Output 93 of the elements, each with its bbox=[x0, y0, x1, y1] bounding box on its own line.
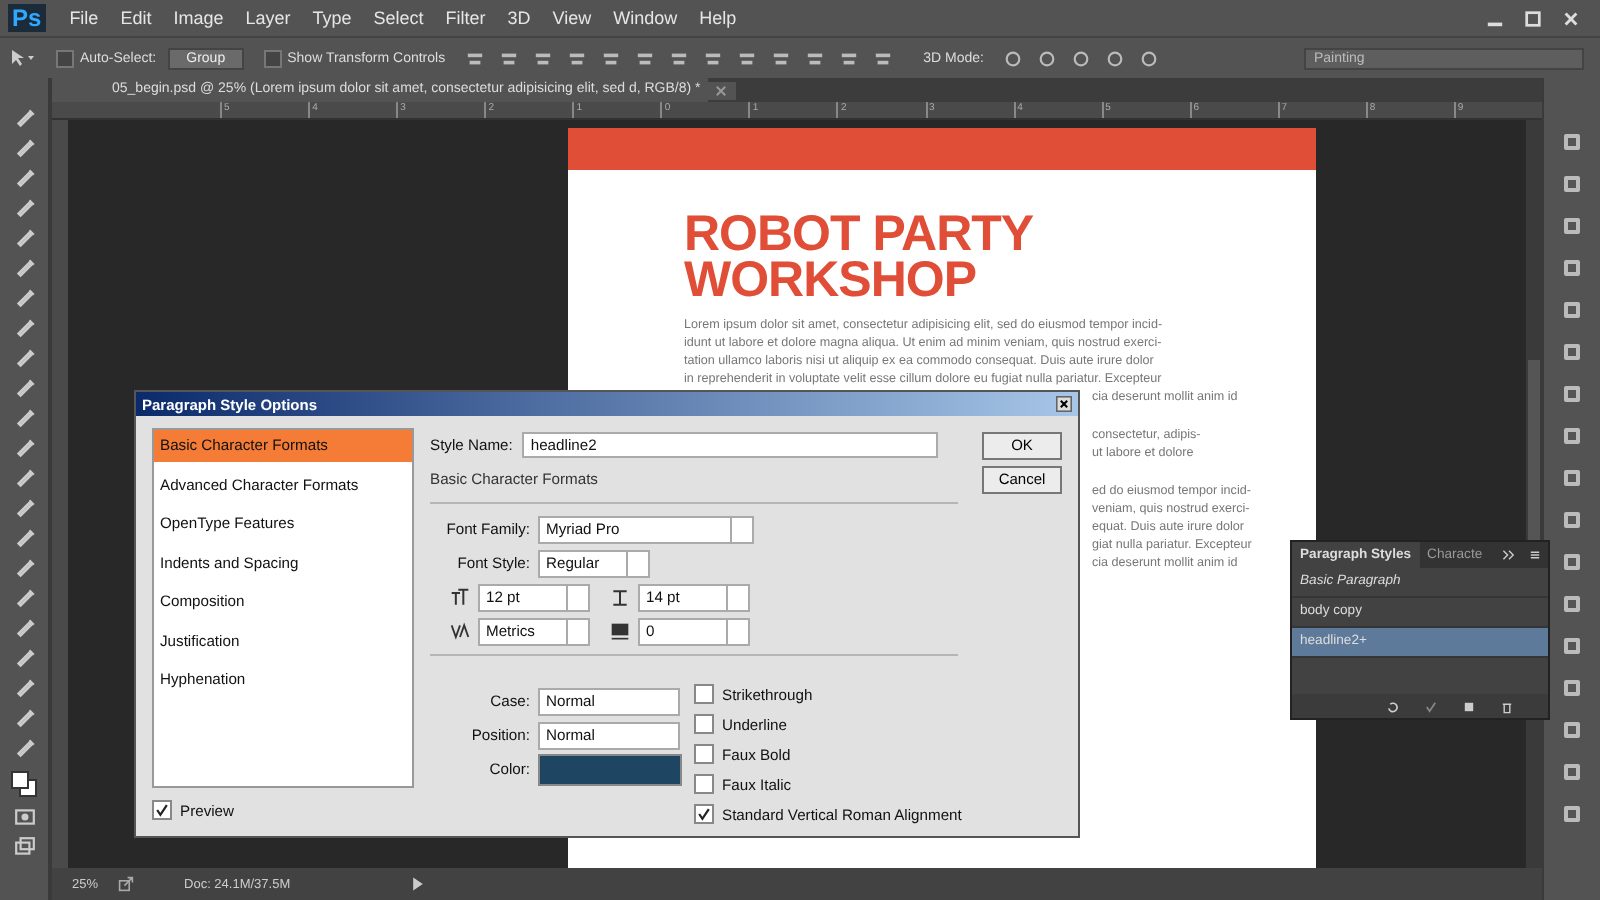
menu-item[interactable]: File bbox=[69, 8, 99, 28]
align-icon[interactable] bbox=[805, 49, 824, 67]
color-swatch[interactable] bbox=[538, 753, 682, 785]
align-icon[interactable] bbox=[839, 49, 858, 67]
tool-icon[interactable] bbox=[13, 376, 35, 398]
headline: WORKSHOP bbox=[684, 258, 978, 304]
menu-item[interactable]: Filter bbox=[445, 8, 486, 28]
tool-icon[interactable] bbox=[13, 706, 35, 728]
preview-checkbox[interactable] bbox=[152, 800, 172, 820]
panel-icon[interactable] bbox=[1560, 634, 1584, 658]
panel-icon[interactable] bbox=[1560, 298, 1584, 322]
menu-item[interactable]: Layer bbox=[245, 8, 291, 28]
option-checkbox[interactable] bbox=[694, 804, 714, 824]
tool-icon[interactable] bbox=[13, 556, 35, 578]
menu-item[interactable]: Select bbox=[373, 8, 424, 28]
tool-icon[interactable] bbox=[13, 346, 35, 368]
tool-icon[interactable] bbox=[13, 226, 35, 248]
tool-icon[interactable] bbox=[13, 586, 35, 608]
align-icon[interactable] bbox=[635, 49, 654, 67]
menu-item[interactable]: 3D bbox=[507, 8, 531, 28]
panel-icon[interactable] bbox=[1560, 172, 1584, 196]
tool-icon[interactable] bbox=[13, 736, 35, 758]
panel-icon[interactable] bbox=[1560, 760, 1584, 784]
align-icon[interactable] bbox=[567, 49, 586, 67]
tool-icon[interactable] bbox=[13, 256, 35, 278]
tool-icon[interactable] bbox=[13, 496, 35, 518]
new-style-icon[interactable] bbox=[1462, 699, 1476, 713]
transform-controls-checkbox[interactable] bbox=[263, 49, 282, 67]
tool-icon[interactable] bbox=[13, 526, 35, 548]
screen-mode-icon[interactable] bbox=[13, 836, 35, 858]
option-checkbox[interactable] bbox=[694, 774, 714, 794]
tool-icon[interactable] bbox=[13, 286, 35, 308]
font-size-icon bbox=[450, 587, 470, 607]
panel-icon[interactable] bbox=[1560, 592, 1584, 616]
menu-item[interactable]: Type bbox=[312, 8, 352, 28]
trash-icon[interactable] bbox=[1500, 699, 1514, 713]
tool-icon[interactable] bbox=[13, 436, 35, 458]
app-logo: Ps bbox=[8, 4, 46, 32]
tracking-icon bbox=[610, 621, 630, 641]
close-icon[interactable] bbox=[1056, 396, 1072, 412]
auto-select-checkbox[interactable] bbox=[56, 49, 74, 67]
menu-item[interactable]: Image bbox=[173, 8, 224, 28]
panel-icon[interactable] bbox=[1560, 718, 1584, 742]
align-icon[interactable] bbox=[669, 49, 688, 67]
panel-icon[interactable] bbox=[1560, 214, 1584, 238]
align-icon[interactable] bbox=[737, 49, 756, 67]
panel-icon[interactable] bbox=[1560, 382, 1584, 406]
color-swatches-icon[interactable] bbox=[10, 770, 38, 798]
play-icon[interactable] bbox=[410, 876, 427, 892]
tool-icon[interactable] bbox=[13, 676, 35, 698]
kerning-icon bbox=[450, 621, 470, 641]
panel-icon[interactable] bbox=[1560, 550, 1584, 574]
tool-icon[interactable] bbox=[13, 466, 35, 488]
tool-icon[interactable] bbox=[13, 136, 35, 158]
option-checkbox[interactable] bbox=[694, 714, 714, 734]
panel-icon[interactable] bbox=[1560, 466, 1584, 490]
menu-item[interactable]: Edit bbox=[120, 8, 152, 28]
menu-item[interactable]: View bbox=[552, 8, 592, 28]
tool-icon[interactable] bbox=[13, 106, 35, 128]
panel-icon[interactable] bbox=[1560, 802, 1584, 826]
tool-icon[interactable] bbox=[13, 166, 35, 188]
align-icon[interactable] bbox=[703, 49, 722, 67]
headline: ROBOT PARTY bbox=[684, 212, 1036, 258]
collapse-icon[interactable] bbox=[1502, 548, 1516, 562]
tool-icon[interactable] bbox=[13, 616, 35, 638]
panel-icon[interactable] bbox=[1560, 256, 1584, 280]
restore-icon[interactable] bbox=[1524, 9, 1542, 27]
checkmark-icon[interactable] bbox=[1424, 699, 1438, 713]
option-checkbox[interactable] bbox=[694, 744, 714, 764]
align-icon[interactable] bbox=[465, 49, 484, 67]
align-icon[interactable] bbox=[601, 49, 620, 67]
panel-icon[interactable] bbox=[1560, 676, 1584, 700]
align-icon[interactable] bbox=[533, 49, 552, 67]
option-checkbox[interactable] bbox=[694, 684, 714, 704]
move-tool-icon[interactable] bbox=[8, 48, 36, 68]
export-icon[interactable] bbox=[118, 876, 135, 892]
align-icon[interactable] bbox=[771, 49, 790, 67]
align-icon[interactable] bbox=[499, 49, 518, 67]
align-icon[interactable] bbox=[873, 49, 892, 67]
panel-icon[interactable] bbox=[1560, 508, 1584, 532]
tool-icon[interactable] bbox=[13, 646, 35, 668]
panel-icon[interactable] bbox=[1560, 130, 1584, 154]
quick-mask-icon[interactable] bbox=[13, 806, 35, 828]
panel-icon[interactable] bbox=[1560, 340, 1584, 364]
panel-icon[interactable] bbox=[1560, 424, 1584, 448]
menu-item[interactable]: Help bbox=[699, 8, 737, 28]
tool-icon[interactable] bbox=[13, 196, 35, 218]
leading-icon bbox=[610, 587, 630, 607]
tool-icon[interactable] bbox=[13, 406, 35, 428]
tool-icon[interactable] bbox=[13, 316, 35, 338]
menu-icon[interactable] bbox=[1528, 548, 1542, 562]
reset-icon[interactable] bbox=[1386, 699, 1400, 713]
menu-item[interactable]: Window bbox=[613, 8, 678, 28]
